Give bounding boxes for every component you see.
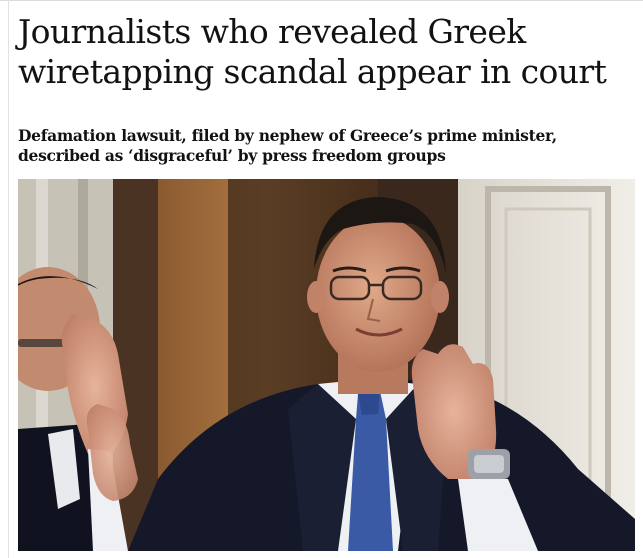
article-main-photo (18, 179, 635, 551)
article-page: Journalists who revealed Greek wiretappi… (0, 0, 643, 558)
photo-illustration (18, 179, 635, 551)
top-divider (0, 0, 643, 1)
left-column-divider (8, 0, 9, 558)
article-headline: Journalists who revealed Greek wiretappi… (18, 12, 607, 91)
article-standfirst: Defamation lawsuit, filed by nephew of G… (18, 126, 557, 165)
